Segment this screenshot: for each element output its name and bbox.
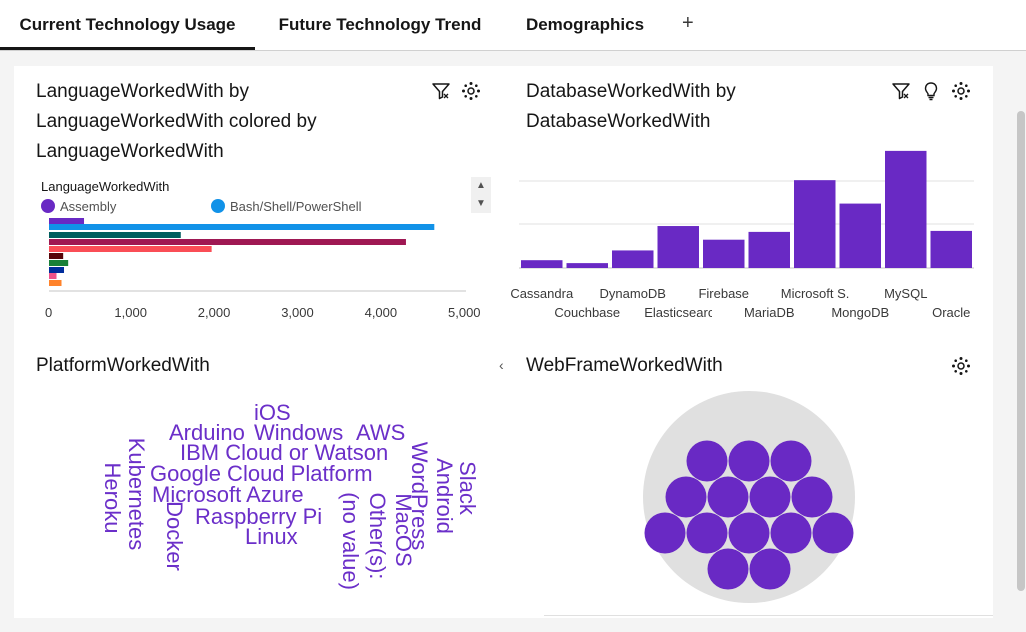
database-bar-chart: [519, 150, 974, 269]
language-x-tick-label: 5,000: [448, 305, 481, 320]
language-bar[interactable]: [49, 267, 65, 273]
language-x-tick-label: 4,000: [364, 305, 398, 320]
collapse-arrow-icon[interactable]: ‹: [499, 357, 504, 373]
webframe-packed-bubble-chart: [643, 391, 855, 603]
database-x-tick-label: Microsoft S...: [780, 286, 849, 301]
word-cloud-item[interactable]: WordPress: [406, 442, 432, 550]
database-bar[interactable]: [748, 231, 791, 268]
webframe-bubble[interactable]: [686, 440, 728, 482]
language-x-tick-label: 3,000: [281, 305, 314, 320]
page-scrollbar-thumb[interactable]: [1017, 111, 1025, 591]
language-panel-title-line-2: LanguageWorkedWith colored by: [36, 111, 317, 132]
panel-divider: [544, 615, 993, 616]
word-cloud-item[interactable]: Other(s):: [364, 493, 390, 580]
word-cloud-item[interactable]: Kubernetes: [123, 438, 149, 551]
language-legend-title: LanguageWorkedWith: [41, 179, 170, 194]
webframe-panel-title: WebFrameWorkedWith: [526, 355, 723, 376]
database-panel-title-line-2: DatabaseWorkedWith: [526, 111, 711, 132]
language-x-tick-label: 0: [45, 305, 53, 320]
tab-current-technology-usage[interactable]: Current Technology Usage: [0, 0, 255, 50]
settings-icon[interactable]: [461, 81, 481, 101]
language-panel-title-line-3: LanguageWorkedWith: [36, 141, 224, 162]
webframe-bubble[interactable]: [812, 512, 854, 554]
webframe-bubble[interactable]: [749, 548, 791, 590]
webframe-bubble[interactable]: [728, 512, 770, 554]
language-bar[interactable]: [49, 239, 406, 245]
language-x-tick-label: 2,000: [197, 305, 231, 320]
word-cloud-item[interactable]: Linux: [245, 524, 298, 550]
platform-panel-title: PlatformWorkedWith: [36, 355, 210, 376]
add-tab-button[interactable]: +: [682, 12, 694, 35]
word-cloud-item[interactable]: Slack: [454, 461, 480, 515]
database-bar[interactable]: [657, 226, 700, 268]
language-bar-chart: [49, 218, 466, 292]
database-bar[interactable]: [794, 180, 836, 268]
webframe-bubble[interactable]: [644, 512, 686, 554]
language-bar[interactable]: [49, 246, 212, 252]
database-bar[interactable]: [930, 230, 973, 268]
database-bar[interactable]: [703, 239, 745, 268]
webframe-bubble[interactable]: [770, 512, 812, 554]
language-bar[interactable]: [49, 253, 64, 259]
database-bar[interactable]: [612, 250, 654, 268]
tab-future-technology-trend[interactable]: Future Technology Trend: [266, 0, 494, 50]
webframe-bubble[interactable]: [665, 476, 707, 518]
webframe-bubble[interactable]: [770, 440, 812, 482]
word-cloud-item[interactable]: Docker: [161, 501, 187, 571]
tab-demographics[interactable]: Demographics: [512, 0, 658, 50]
database-x-tick-label: Couchbase: [554, 305, 621, 320]
language-x-tick-label: 1,000: [114, 305, 147, 320]
database-bar[interactable]: [566, 263, 609, 268]
language-bar[interactable]: [49, 273, 57, 279]
settings-icon[interactable]: [951, 356, 971, 376]
dashboard-canvas: LanguageWorkedWith by LanguageWorkedWith…: [14, 66, 993, 618]
legend-scroll-up-icon[interactable]: ▲: [471, 177, 491, 195]
filter-icon[interactable]: [431, 81, 451, 101]
language-bar[interactable]: [49, 260, 69, 266]
database-x-tick-label: MongoDB: [831, 305, 890, 320]
database-panel-title-line-1: DatabaseWorkedWith by: [526, 81, 736, 102]
database-x-tick-label: MySQL: [884, 286, 928, 301]
page-scrollbar[interactable]: [1016, 51, 1026, 632]
database-x-tick-label: Cassandra: [510, 286, 574, 301]
tab-bar: Current Technology Usage Future Technolo…: [0, 0, 1026, 51]
database-bar[interactable]: [885, 150, 927, 268]
database-x-tick-label: Firebase: [698, 286, 750, 301]
database-x-tick-label: Oracle: [932, 305, 971, 320]
word-cloud-item[interactable]: Heroku: [99, 463, 125, 534]
webframe-bubble[interactable]: [728, 440, 770, 482]
database-bar[interactable]: [521, 260, 563, 268]
webframe-bubble[interactable]: [791, 476, 833, 518]
database-x-tick-label: Elasticsearch: [644, 305, 713, 320]
language-bar[interactable]: [49, 232, 181, 238]
language-bar[interactable]: [49, 218, 85, 224]
language-bar[interactable]: [49, 280, 62, 286]
word-cloud-item[interactable]: (no value): [337, 492, 363, 590]
database-x-tick-label: MariaDB: [743, 305, 795, 320]
lightbulb-icon[interactable]: [921, 81, 941, 101]
database-bar[interactable]: [839, 203, 882, 268]
filter-icon[interactable]: [891, 81, 911, 101]
webframe-bubble[interactable]: [686, 512, 728, 554]
webframe-bubble[interactable]: [707, 476, 749, 518]
webframe-bubble[interactable]: [749, 476, 791, 518]
database-x-tick-label: DynamoDB: [599, 286, 666, 301]
language-panel-title-line-1: LanguageWorkedWith by: [36, 81, 249, 102]
language-bar[interactable]: [49, 224, 435, 230]
settings-icon[interactable]: [951, 81, 971, 101]
webframe-bubble[interactable]: [707, 548, 749, 590]
